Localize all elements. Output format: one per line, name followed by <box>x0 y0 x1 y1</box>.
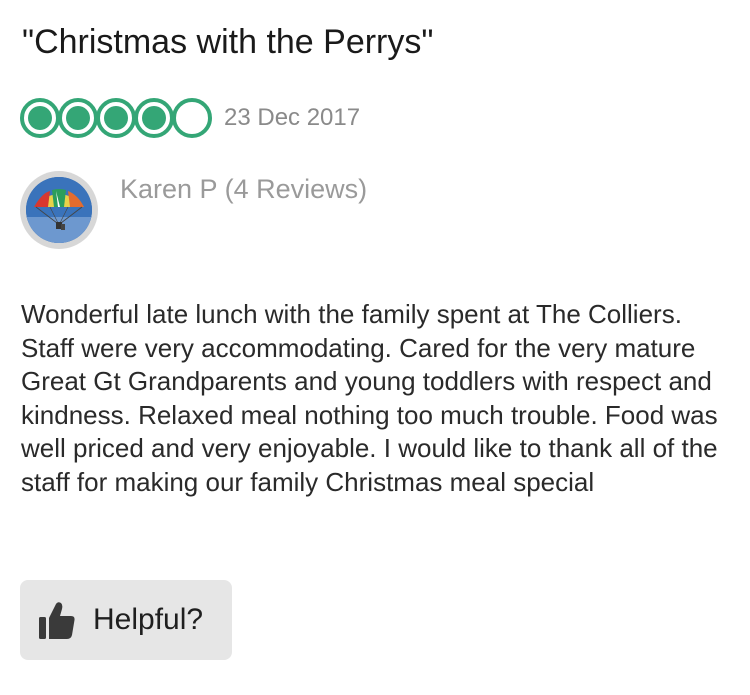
helpful-label: Helpful? <box>93 603 204 636</box>
avatar-image <box>26 177 92 243</box>
avatar[interactable] <box>20 171 98 249</box>
rating-bubble-icon <box>20 98 60 138</box>
review-card: "Christmas with the Perrys" 23 Dec 2017 <box>0 0 750 695</box>
helpful-button[interactable]: Helpful? <box>20 580 232 660</box>
rating-row: 23 Dec 2017 <box>20 97 360 139</box>
rating-bubble-icon <box>134 98 174 138</box>
rating-bubble-icon <box>172 98 212 138</box>
review-date: 23 Dec 2017 <box>224 104 361 131</box>
rating-bubbles <box>20 98 212 138</box>
review-title: "Christmas with the Perrys" <box>22 23 434 61</box>
rating-bubble-icon <box>96 98 136 138</box>
review-body: Wonderful late lunch with the family spe… <box>21 299 718 497</box>
reviewer-name[interactable]: Karen P (4 Reviews) <box>120 170 367 208</box>
thumbs-up-icon <box>39 602 75 639</box>
rating-bubble-icon <box>58 98 98 138</box>
